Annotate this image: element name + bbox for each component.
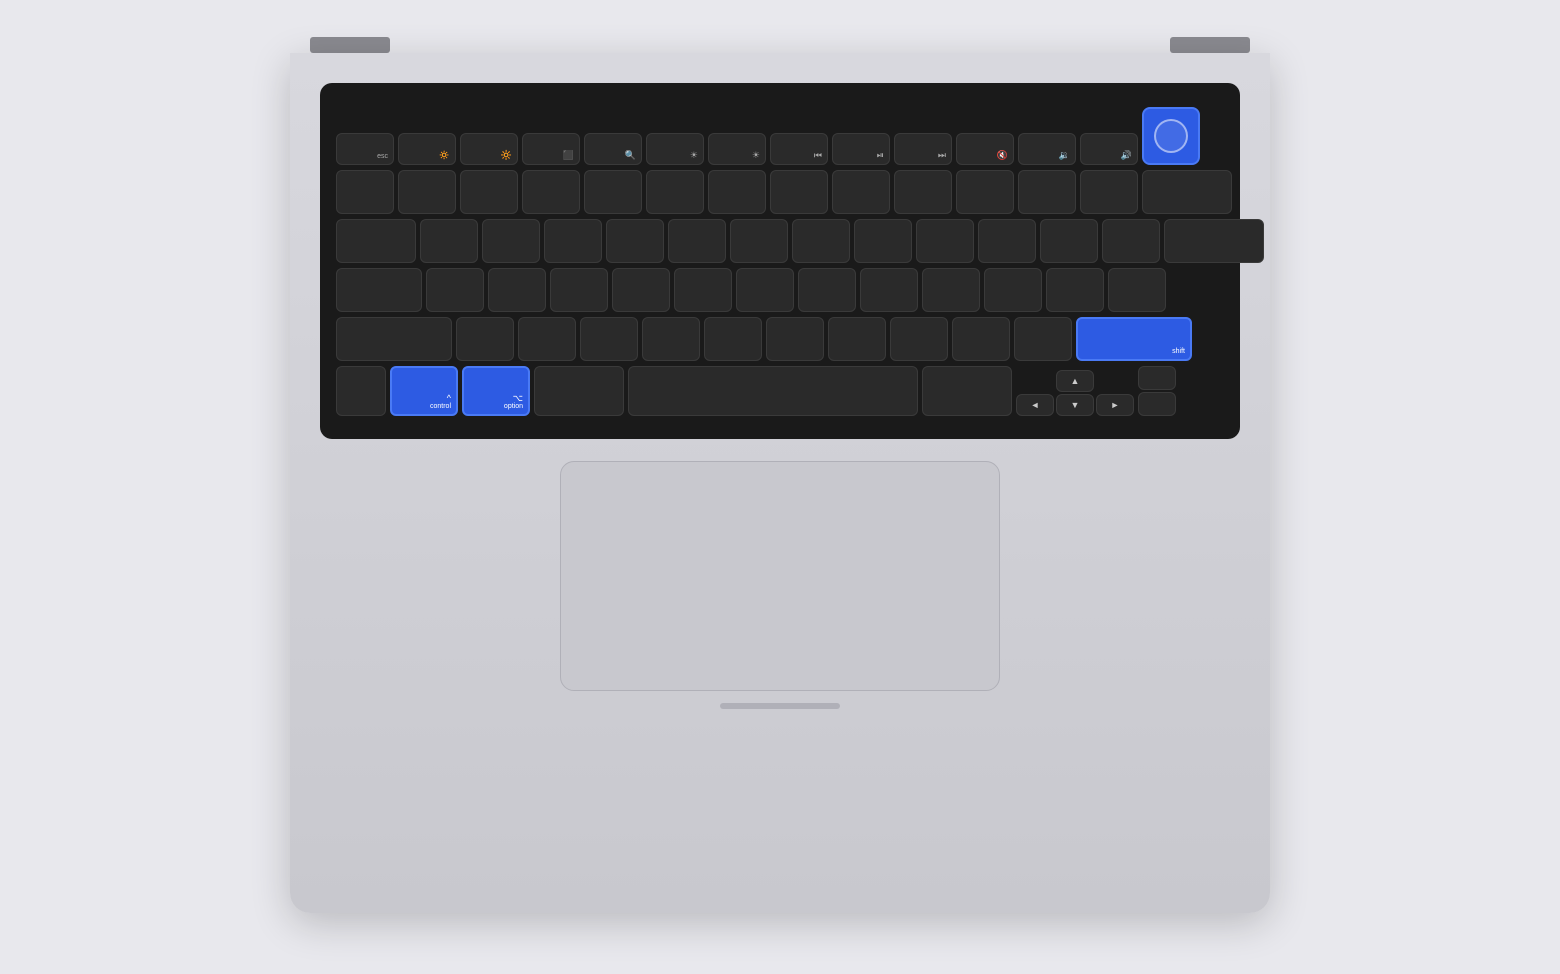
hinge-left [310, 37, 390, 53]
key-f2[interactable]: 🔆 [460, 133, 518, 165]
key-arrow-down[interactable]: ▼ [1056, 394, 1094, 416]
key-power[interactable] [1142, 107, 1200, 165]
key-delete[interactable] [1142, 170, 1232, 214]
key-8[interactable] [832, 170, 890, 214]
key-tab[interactable] [336, 219, 416, 263]
key-u[interactable] [792, 219, 850, 263]
key-f12[interactable]: 🔊 [1080, 133, 1138, 165]
key-x[interactable] [518, 317, 576, 361]
hinge-area [310, 37, 1250, 53]
key-f9[interactable]: ⏭ [894, 133, 952, 165]
key-extra-2[interactable] [1138, 392, 1176, 416]
key-a[interactable] [426, 268, 484, 312]
bottom-row: ^ control ⌥ option ▲ ◄ [336, 366, 1224, 416]
key-equal[interactable] [1080, 170, 1138, 214]
key-lshift[interactable] [336, 317, 452, 361]
key-j[interactable] [798, 268, 856, 312]
key-z[interactable] [456, 317, 514, 361]
key-f3[interactable]: ⬛ [522, 133, 580, 165]
key-5[interactable] [646, 170, 704, 214]
key-4[interactable] [584, 170, 642, 214]
key-rbracket[interactable] [1102, 219, 1160, 263]
key-f7[interactable]: ⏮ [770, 133, 828, 165]
bottom-bar [720, 703, 840, 709]
key-arrow-right[interactable]: ► [1096, 394, 1134, 416]
key-command-left[interactable] [534, 366, 624, 416]
key-f4[interactable]: 🔍 [584, 133, 642, 165]
key-m[interactable] [828, 317, 886, 361]
key-0[interactable] [956, 170, 1014, 214]
key-arrow-up[interactable]: ▲ [1056, 370, 1094, 392]
key-b[interactable] [704, 317, 762, 361]
key-g[interactable] [674, 268, 732, 312]
power-circle [1154, 119, 1188, 153]
key-fn-bottom[interactable] [336, 366, 386, 416]
key-9[interactable] [894, 170, 952, 214]
key-comma[interactable] [890, 317, 948, 361]
key-d[interactable] [550, 268, 608, 312]
key-v[interactable] [642, 317, 700, 361]
key-arrow-left[interactable]: ◄ [1016, 394, 1054, 416]
key-o[interactable] [916, 219, 974, 263]
laptop: esc 🔅 🔆 ⬛ 🔍 ☀ ☀ ⏮ ⏯ ⏭ 🔇 🔉 🔊 [290, 37, 1270, 937]
key-y[interactable] [730, 219, 788, 263]
key-f8[interactable]: ⏯ [832, 133, 890, 165]
qwerty-row [336, 219, 1224, 263]
key-caps[interactable] [336, 268, 422, 312]
key-f11[interactable]: 🔉 [1018, 133, 1076, 165]
key-e[interactable] [544, 219, 602, 263]
key-semicolon[interactable] [984, 268, 1042, 312]
key-quote[interactable] [1046, 268, 1104, 312]
key-3[interactable] [522, 170, 580, 214]
key-7[interactable] [770, 170, 828, 214]
key-control[interactable]: ^ control [390, 366, 458, 416]
key-n[interactable] [766, 317, 824, 361]
key-k[interactable] [860, 268, 918, 312]
key-esc[interactable]: esc [336, 133, 394, 165]
key-f1[interactable]: 🔅 [398, 133, 456, 165]
laptop-body: esc 🔅 🔆 ⬛ 🔍 ☀ ☀ ⏮ ⏯ ⏭ 🔇 🔉 🔊 [290, 53, 1270, 913]
key-extra-1[interactable] [1138, 366, 1176, 390]
key-q[interactable] [420, 219, 478, 263]
key-f[interactable] [612, 268, 670, 312]
key-w[interactable] [482, 219, 540, 263]
key-2[interactable] [460, 170, 518, 214]
key-space[interactable] [628, 366, 918, 416]
keyboard: esc 🔅 🔆 ⬛ 🔍 ☀ ☀ ⏮ ⏯ ⏭ 🔇 🔉 🔊 [320, 83, 1240, 439]
key-l[interactable] [922, 268, 980, 312]
key-slash[interactable] [1014, 317, 1072, 361]
key-s[interactable] [488, 268, 546, 312]
asdf-row [336, 268, 1224, 312]
key-minus[interactable] [1018, 170, 1076, 214]
zxcv-row: shift [336, 317, 1224, 361]
key-return[interactable] [1164, 219, 1264, 263]
key-lbracket[interactable] [1040, 219, 1098, 263]
fn-row: esc 🔅 🔆 ⬛ 🔍 ☀ ☀ ⏮ ⏯ ⏭ 🔇 🔉 🔊 [336, 107, 1224, 165]
trackpad[interactable] [560, 461, 1000, 691]
key-r[interactable] [606, 219, 664, 263]
key-period[interactable] [952, 317, 1010, 361]
key-6[interactable] [708, 170, 766, 214]
key-rshift[interactable]: shift [1076, 317, 1192, 361]
key-c[interactable] [580, 317, 638, 361]
hinge-right [1170, 37, 1250, 53]
key-h[interactable] [736, 268, 794, 312]
key-p[interactable] [978, 219, 1036, 263]
key-f10[interactable]: 🔇 [956, 133, 1014, 165]
key-1[interactable] [398, 170, 456, 214]
number-row [336, 170, 1224, 214]
key-backtick[interactable] [336, 170, 394, 214]
key-backslash[interactable] [1108, 268, 1166, 312]
key-f5[interactable]: ☀ [646, 133, 704, 165]
key-t[interactable] [668, 219, 726, 263]
key-command-right[interactable] [922, 366, 1012, 416]
key-option[interactable]: ⌥ option [462, 366, 530, 416]
key-i[interactable] [854, 219, 912, 263]
key-f6[interactable]: ☀ [708, 133, 766, 165]
